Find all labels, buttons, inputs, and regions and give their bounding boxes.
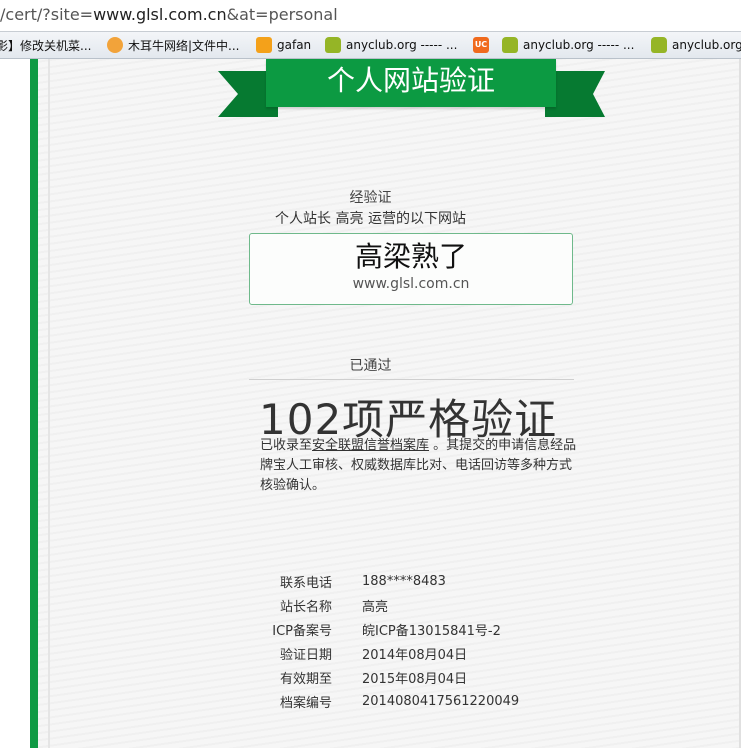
- verification-description: 已收录至安全联盟信誉档案库 。其提交的申请信息经品牌宝人工审核、权威数据库比对、…: [260, 436, 580, 496]
- info-value: 高亮: [362, 599, 389, 615]
- info-row-icp: ICP备案号 皖ICP备13015841号-2: [240, 617, 519, 641]
- info-row-valid-until: 有效期至 2015年08月04日: [240, 665, 519, 689]
- info-key: ICP备案号: [272, 623, 332, 639]
- android-icon: [325, 37, 341, 53]
- android-icon: [651, 37, 667, 53]
- info-value: 皖ICP备13015841号-2: [362, 623, 501, 639]
- passed-label: 已通过: [349, 358, 392, 374]
- info-value: 2014年08月04日: [362, 647, 468, 663]
- address-bar[interactable]: /cert/?site=www.glsl.com.cn&at=personal: [0, 0, 741, 32]
- info-key: 验证日期: [279, 647, 332, 663]
- url-path: /cert/?site=: [0, 5, 94, 24]
- bookmark-item[interactable]: anyclub.org ----- ...: [325, 36, 457, 54]
- info-row-archive-id: 档案编号 2014080417561220049: [240, 689, 519, 713]
- info-value: 188****8483: [362, 573, 446, 589]
- bookmark-label: anyclub.org ----- ...: [523, 38, 635, 52]
- site-box: 高梁熟了 www.glsl.com.cn: [249, 233, 573, 305]
- inner-border: [48, 59, 50, 748]
- divider: [249, 379, 574, 380]
- bookmark-item[interactable]: 木耳牛网络|文件中...: [107, 36, 240, 54]
- info-table: 联系电话 188****8483 站长名称 高亮 ICP备案号 皖ICP备130158…: [240, 569, 519, 713]
- info-row-phone: 联系电话 188****8483: [240, 569, 519, 593]
- orange-icon: [256, 37, 272, 53]
- bookmark-label: 影】修改关机菜...: [0, 38, 92, 53]
- bookmark-label: anyclub.org ----- ...: [346, 38, 458, 52]
- green-side-bar: [30, 59, 38, 748]
- site-name: 高梁熟了: [354, 240, 467, 273]
- desc-prefix: 已收录至: [260, 438, 313, 453]
- archive-link[interactable]: 安全联盟信誉档案库: [312, 438, 429, 453]
- url-query: &at=personal: [226, 5, 338, 24]
- bookmark-item[interactable]: gafan: [256, 36, 311, 54]
- url-text[interactable]: /cert/?site=www.glsl.com.cn&at=personal: [0, 5, 338, 24]
- bookmark-label: 木耳牛网络|文件中...: [128, 38, 240, 53]
- verified-label: 经验证: [349, 190, 392, 206]
- url-host: www.glsl.com.cn: [93, 5, 227, 24]
- bookmark-item[interactable]: UC anyclub.org ----- ...: [473, 36, 634, 54]
- bookmark-label: gafan: [277, 38, 312, 52]
- bookmark-item[interactable]: anyclub.org: [651, 36, 741, 54]
- uc-icon: UC: [473, 37, 489, 53]
- android-icon: [502, 37, 518, 53]
- info-key: 联系电话: [279, 575, 332, 591]
- info-row-verify-date: 验证日期 2014年08月04日: [240, 641, 519, 665]
- info-key: 有效期至: [279, 671, 332, 687]
- info-key: 档案编号: [279, 695, 332, 711]
- info-value: 2014080417561220049: [362, 693, 520, 709]
- cert-page: 个人网站验证 经验证 个人站长 高亮 运营的以下网站 高梁熟了 www.glsl…: [0, 59, 741, 748]
- bookmarks-bar: 影】修改关机菜... 木耳牛网络|文件中... gafan anyclub.or…: [0, 32, 741, 59]
- info-value: 2015年08月04日: [362, 671, 468, 687]
- info-row-owner: 站长名称 高亮: [240, 593, 519, 617]
- page-margin: [0, 59, 30, 748]
- operator-line: 个人站长 高亮 运营的以下网站: [275, 211, 466, 227]
- site-domain: www.glsl.com.cn: [352, 276, 470, 292]
- fire-icon: [107, 37, 123, 53]
- bookmark-label: anyclub.org: [672, 38, 741, 52]
- bookmark-item[interactable]: 影】修改关机菜...: [0, 36, 91, 54]
- info-key: 站长名称: [279, 599, 332, 615]
- cert-banner-title: 个人网站验证: [266, 59, 556, 107]
